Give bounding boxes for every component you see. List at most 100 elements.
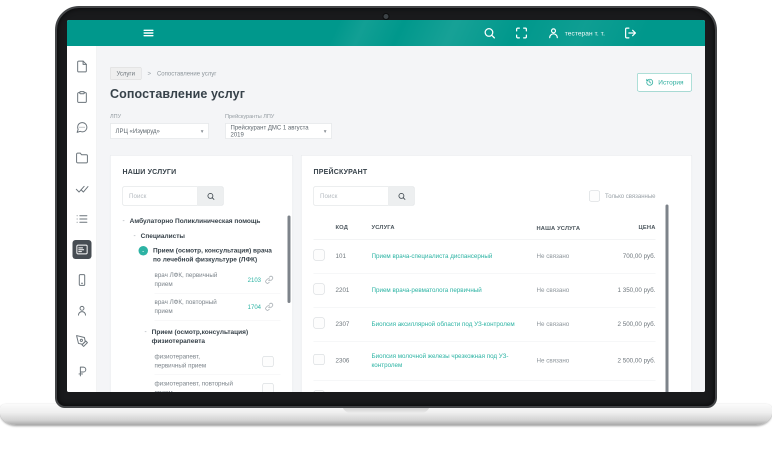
user-icon[interactable]	[72, 301, 91, 320]
laptop-mockup: тестеран т. т. Услуги > Сопоставление ус…	[0, 0, 772, 461]
our-services-panel: НАШИ УСЛУГИ -Амбулаторно Поликлиническая…	[110, 155, 293, 392]
clipboard-icon[interactable]	[72, 88, 91, 107]
column-code: КОД	[335, 224, 348, 231]
search-button[interactable]	[197, 186, 224, 206]
row-checkbox[interactable]	[313, 249, 325, 261]
row-price: 700,00 руб.	[622, 252, 656, 260]
breadcrumb: Услуги > Сопоставление услуг	[110, 67, 692, 80]
user-menu[interactable]: тестеран т. т.	[547, 27, 605, 40]
scrollbar-thumb[interactable]	[287, 215, 291, 303]
pricelist-panel: ПРЕЙСКУРАНТ Только связанные	[301, 155, 692, 392]
pricelist-label: Прейскуранты ЛПУ	[225, 113, 275, 120]
row-our-service: Не связано	[536, 357, 570, 365]
tree-leaf-linked[interactable]: врач ЛФК, первичный прием 2103	[154, 267, 281, 294]
our-services-search-input[interactable]	[122, 186, 198, 206]
tree-leaf[interactable]: физиотерапевт, повторный прием	[155, 375, 281, 392]
column-our-service: НАША УСЛУГА	[536, 225, 581, 232]
collapse-icon: -	[144, 327, 147, 336]
service-link[interactable]: Прием врача-ревматолога первичный	[372, 286, 482, 293]
pricelist-title: ПРЕЙСКУРАНТ	[313, 167, 368, 176]
table-row: 2306 Биопсия молочной железы чрезкожная п…	[313, 341, 656, 381]
laptop-screen: тестеран т. т. Услуги > Сопоставление ус…	[67, 20, 705, 392]
smartphone-icon[interactable]	[72, 271, 91, 290]
search-button[interactable]	[388, 186, 415, 206]
scrollbar-thumb[interactable]	[665, 204, 669, 392]
history-icon	[645, 78, 654, 87]
tree-branch[interactable]: - Амбулаторно Поликлиническая помощь	[123, 217, 281, 226]
row-checkbox[interactable]	[313, 317, 325, 329]
tree-leaf[interactable]: физиотерапевт, первичный прием	[154, 348, 281, 376]
row-code: 2201	[335, 286, 350, 294]
row-code: 2307	[335, 320, 350, 328]
main-content: Услуги > Сопоставление услуг Сопоставлен…	[97, 46, 705, 392]
user-icon	[547, 27, 560, 40]
service-code: 2103	[247, 276, 261, 284]
menu-icon[interactable]	[142, 27, 155, 40]
link-icon[interactable]	[265, 303, 274, 312]
top-app-bar: тестеран т. т.	[67, 20, 705, 46]
table-row: 2305Биопсия молочной железы чрезкожнаяНе…	[313, 381, 656, 392]
pricelist-search-input[interactable]	[313, 186, 389, 206]
leaf-checkbox[interactable]	[262, 355, 274, 367]
lpu-field: ЛПУ ЛРЦ «Изумруд» ▾	[110, 113, 209, 139]
ruble-icon[interactable]	[72, 362, 91, 381]
row-price: 2 500,00 руб.	[617, 357, 656, 365]
logout-icon[interactable]	[624, 27, 637, 40]
card-list-icon[interactable]	[72, 240, 92, 259]
collapse-icon: -	[122, 216, 125, 225]
pen-icon[interactable]	[72, 332, 91, 351]
only-linked-checkbox[interactable]	[589, 190, 601, 202]
collapse-dot-icon: -	[138, 246, 148, 256]
row-checkbox[interactable]	[313, 353, 325, 365]
breadcrumb-link-services[interactable]: Услуги	[110, 67, 142, 80]
double-check-icon[interactable]	[72, 179, 91, 198]
row-our-service: Не связано	[536, 252, 570, 260]
lpu-select[interactable]: ЛРЦ «Изумруд» ▾	[110, 123, 209, 139]
row-our-service: Не связано	[536, 286, 570, 294]
table-row: 2201 Прием врача-ревматолога первичный Не …	[313, 273, 656, 308]
services-tree: - Амбулаторно Поликлиническая помощь - Спец…	[123, 217, 281, 392]
link-icon[interactable]	[265, 276, 274, 285]
username: тестеран т. т.	[564, 29, 605, 37]
row-our-service: Не связано	[536, 320, 570, 328]
tree-branch-selected[interactable]: - Прием (осмотр, консультация) врача по л…	[138, 246, 281, 264]
service-link[interactable]: Прием врача-специалиста диспансерный	[372, 252, 493, 259]
filters-row: ЛПУ ЛРЦ «Изумруд» ▾ Прейскуранты ЛПУ Пре…	[110, 113, 692, 139]
history-button[interactable]: История	[636, 73, 692, 92]
tree-branch[interactable]: - Прием (осмотр,консультация) физиотерапе…	[145, 328, 281, 346]
row-code: 101	[335, 252, 346, 260]
leaf-checkbox[interactable]	[262, 382, 274, 392]
column-service: УСЛУГА	[371, 224, 395, 231]
service-code: 1704	[247, 303, 261, 311]
our-services-title: НАШИ УСЛУГИ	[122, 167, 177, 176]
search-icon[interactable]	[483, 27, 496, 40]
breadcrumb-current: Сопоставление услуг	[156, 70, 217, 77]
chevron-down-icon: ▾	[323, 128, 327, 135]
table-row: 2307 Биопсия аксиллярной области под УЗ-к…	[313, 307, 656, 342]
breadcrumb-separator: >	[147, 70, 151, 77]
list-icon[interactable]	[72, 210, 91, 229]
chat-icon[interactable]	[72, 118, 91, 137]
document-icon[interactable]	[72, 57, 91, 76]
tree-leaf-linked[interactable]: врач ЛФК, повторный прием 1704	[154, 294, 281, 321]
tree-branch[interactable]: - Специалисты	[134, 231, 281, 240]
table-row: 101 Прием врача-специалиста диспансерный Н…	[313, 239, 656, 274]
service-link[interactable]: Биопсия молочной железы чрезкожная под У…	[372, 352, 509, 368]
row-code: 2306	[335, 357, 350, 365]
row-checkbox[interactable]	[313, 283, 325, 295]
fullscreen-icon[interactable]	[515, 27, 528, 40]
row-price: 2 500,00 руб.	[617, 320, 656, 328]
icon-sidebar	[67, 46, 97, 392]
folder-icon[interactable]	[72, 149, 91, 168]
pricelist-field: Прейскуранты ЛПУ Прейскурант ДМС 1 авгус…	[225, 113, 332, 139]
pricelist-select[interactable]: Прейскурант ДМС 1 августа 2019 ▾	[225, 123, 332, 139]
collapse-icon: -	[133, 231, 136, 239]
page-title: Сопоставление услуг	[110, 87, 246, 101]
service-link[interactable]: Биопсия аксиллярной области под УЗ-контр…	[372, 320, 515, 327]
webcam-dot	[382, 13, 390, 20]
row-checkbox[interactable]	[313, 390, 325, 392]
lpu-label: ЛПУ	[110, 113, 122, 120]
only-linked-filter: Только связанные	[589, 190, 656, 202]
laptop-lid: тестеран т. т. Услуги > Сопоставление ус…	[55, 6, 717, 408]
table-body: 101 Прием врача-специалиста диспансерный Н…	[313, 239, 656, 392]
